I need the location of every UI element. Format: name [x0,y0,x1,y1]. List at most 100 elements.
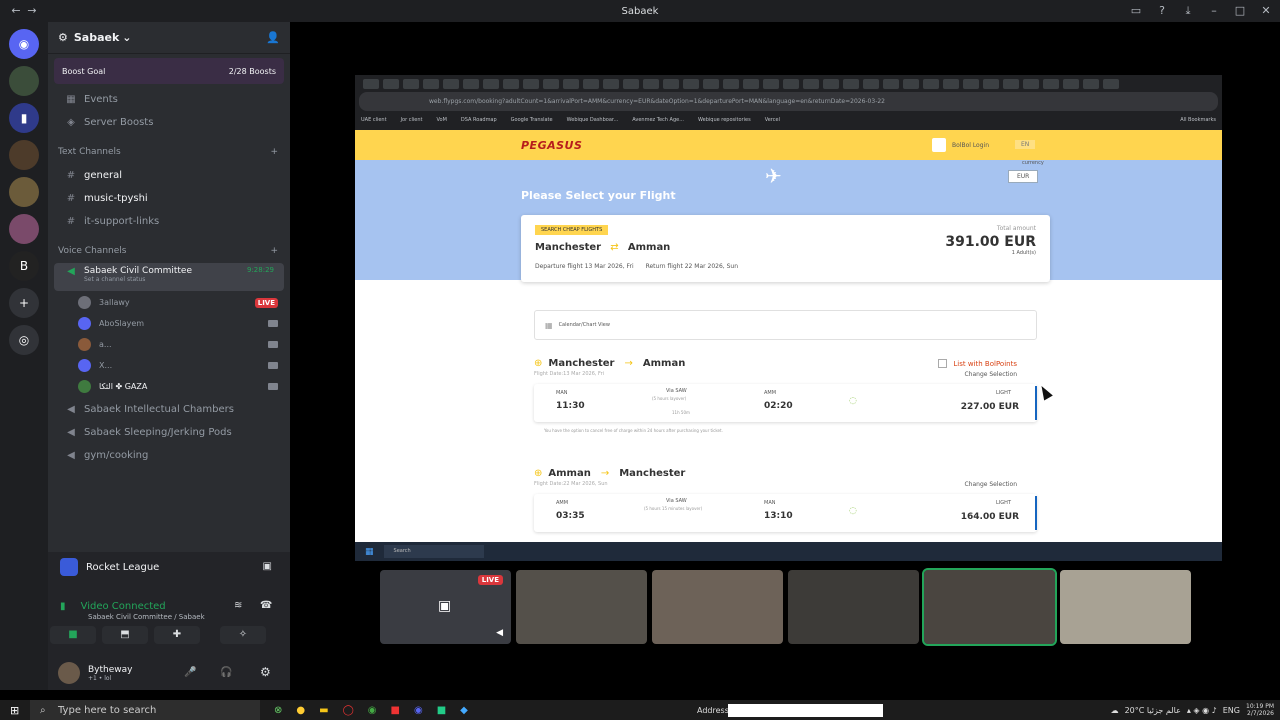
bookmark[interactable]: All Bookmarks [1180,117,1216,123]
app-icon[interactable]: ■ [391,705,400,716]
add-server-icon[interactable]: + [9,288,39,318]
voice-user[interactable]: 3allawy LIVE [48,292,290,313]
minimize-button[interactable]: – [1206,3,1222,19]
language-select[interactable]: EN [1015,140,1036,149]
tab[interactable] [823,78,839,89]
bookmark[interactable]: DSA Roadmap [461,117,497,123]
taskbar-search[interactable]: ⌕ Type here to search [30,700,260,720]
participant-tile[interactable] [1060,570,1191,644]
folder-icon[interactable]: ▬ [319,705,328,716]
server-icon[interactable] [9,140,39,170]
tab[interactable] [923,78,939,89]
xbox-icon[interactable]: ⊗ [274,705,282,716]
clock[interactable]: 10:19 PM 2/7/2026 [1246,703,1274,717]
discord-icon[interactable]: ◉ [414,705,423,716]
settings-gear-icon[interactable]: ⚙ [260,665,271,679]
soundboard-button[interactable]: ✧ [220,626,266,644]
app-icon[interactable]: ● [296,705,305,716]
server-icon[interactable]: B [9,251,39,281]
close-button[interactable]: ✕ [1258,3,1274,19]
rocket-league-icon[interactable]: ◆ [460,705,468,716]
language-indicator[interactable]: ENG [1223,706,1240,715]
address-input[interactable] [728,704,883,717]
voice-user[interactable]: X... [48,355,290,376]
connection-status[interactable]: Video Connected [81,601,166,612]
tab[interactable] [563,78,579,89]
tab[interactable] [603,78,619,89]
help-icon[interactable]: ? [1154,3,1170,19]
connection-location[interactable]: Sabaek Civil Committee / Sabaek [88,613,205,621]
info-icon[interactable]: ◌ [849,396,857,406]
participant-tile[interactable] [788,570,919,644]
shared-screen[interactable]: web.flypgs.com/booking?adultCount=1&arri… [355,75,1222,542]
screen-share-button[interactable]: ⬒ [102,626,148,644]
tab[interactable] [383,78,399,89]
tab[interactable] [803,78,819,89]
tab[interactable] [543,78,559,89]
tab[interactable] [863,78,879,89]
participant-tile[interactable] [652,570,783,644]
channel-general[interactable]: # general [54,164,284,186]
bookmark[interactable]: Webique repositories [698,117,751,123]
discord-home-icon[interactable]: ◉ [9,29,39,59]
opera-icon[interactable]: ◯ [343,705,354,716]
currency-select[interactable]: EUR [1008,170,1039,183]
tab[interactable] [623,78,639,89]
events-item[interactable]: ▦ Events [54,88,284,110]
microphone-icon[interactable]: 🎤 [184,667,196,678]
noise-suppression-icon[interactable]: ≋ [234,600,242,611]
headphones-icon[interactable]: 🎧 [220,667,232,678]
channel-music[interactable]: # music-tpyshi [54,187,284,209]
add-channel-icon[interactable]: + [270,246,278,256]
swap-icon[interactable]: ⇄ [610,242,618,253]
voice-user[interactable]: الثكا ✤ GAZA [48,376,290,397]
volume-icon[interactable]: ◀ [496,628,503,638]
tab[interactable] [1003,78,1019,89]
tab[interactable] [463,78,479,89]
calendar-view-toggle[interactable]: ▦ Calendar/Chart View [534,310,1037,340]
bookmark[interactable]: Webique Dashboar... [567,117,619,123]
tab[interactable] [1043,78,1059,89]
signal-icon[interactable]: ▮ [60,601,66,612]
tab[interactable] [683,78,699,89]
disconnect-icon[interactable]: ☎ [260,600,272,611]
tab[interactable] [743,78,759,89]
activities-button[interactable]: ✚ [154,626,200,644]
voice-channel[interactable]: ◀ Sabaek Intellectual Chambers [54,398,284,420]
tray-icons[interactable]: ▴ ◈ ◉ ♪ [1187,706,1217,715]
tab[interactable] [403,78,419,89]
address-bar[interactable]: web.flypgs.com/booking?adultCount=1&arri… [359,92,1218,111]
bolpoints-label[interactable]: List with BolPoints [953,360,1017,368]
download-icon[interactable]: ⤓ [1180,3,1196,19]
tab[interactable] [903,78,919,89]
server-icon[interactable] [9,66,39,96]
voice-channel[interactable]: ◀ Sabaek Sleeping/Jerking Pods [54,421,284,443]
tab[interactable] [1103,78,1119,89]
tab[interactable] [883,78,899,89]
text-channels-category[interactable]: Text Channels + [48,141,290,163]
server-icon[interactable]: ▮ [9,103,39,133]
tab[interactable] [943,78,959,89]
participant-tile[interactable]: LIVE ▣ ◀ [380,570,511,644]
tab[interactable] [1063,78,1079,89]
tab[interactable] [723,78,739,89]
tab[interactable] [443,78,459,89]
discover-icon[interactable]: ◎ [9,325,39,355]
activity-row[interactable]: Rocket League [60,558,159,576]
maximize-button[interactable]: □ [1232,3,1248,19]
server-icon[interactable] [9,214,39,244]
server-boosts-item[interactable]: ◈ Server Boosts [54,111,284,133]
tab[interactable] [843,78,859,89]
tab[interactable] [963,78,979,89]
bookmark[interactable]: Vercel [765,117,780,123]
server-icon[interactable] [9,177,39,207]
login-button[interactable]: BolBol Login [932,138,989,152]
change-selection-link[interactable]: Change Selection [964,371,1017,378]
app-icon[interactable]: ■ [437,705,446,716]
tab[interactable] [503,78,519,89]
tab[interactable] [643,78,659,89]
voice-user[interactable]: AboSlayem [48,313,290,334]
boost-goal[interactable]: Boost Goal 2/28 Boosts [54,58,284,84]
flight-option[interactable]: AMM 03:35 Via SAW (5 hours 15 minutes la… [534,494,1037,532]
channel-it-support[interactable]: # it-support-links [54,210,284,232]
